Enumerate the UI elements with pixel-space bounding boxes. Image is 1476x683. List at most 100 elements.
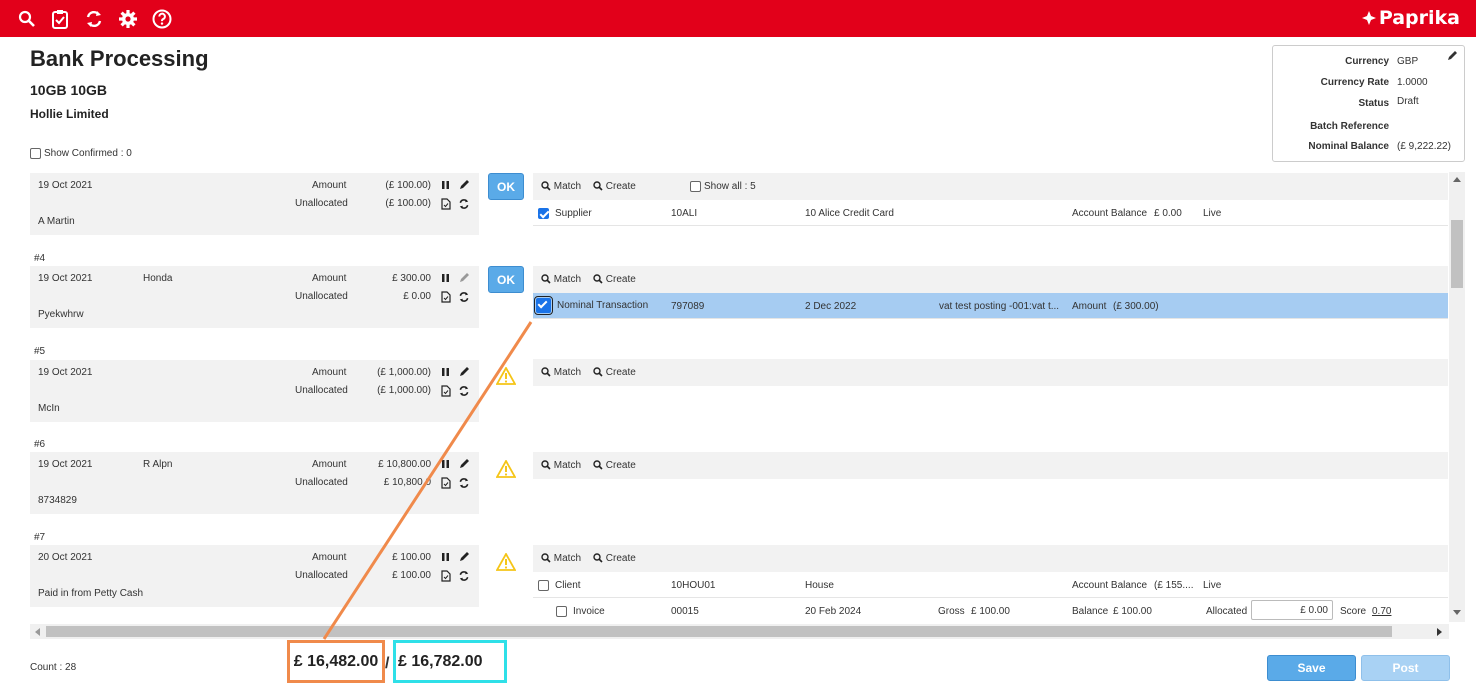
create-action[interactable]: Create: [593, 181, 636, 192]
transaction-card[interactable]: 19 Oct 2021 Honda Amount £ 300.00 Unallo…: [30, 266, 479, 328]
document-icon[interactable]: [441, 385, 451, 400]
scroll-down-icon[interactable]: [1453, 610, 1461, 616]
create-action[interactable]: Create: [593, 367, 636, 378]
ok-button[interactable]: OK: [488, 173, 524, 200]
vertical-scrollbar[interactable]: [1449, 172, 1465, 622]
edit-icon[interactable]: [459, 272, 470, 286]
info-value: 1.0000: [1397, 77, 1428, 88]
show-all-toggle[interactable]: Show all : 5: [690, 181, 756, 192]
score-value[interactable]: 0.70: [1372, 606, 1391, 617]
balance-value: £ 0.00: [1154, 208, 1182, 219]
scroll-right-icon[interactable]: [1437, 628, 1443, 636]
amount-value: £ 100.00: [392, 552, 431, 563]
pause-icon[interactable]: [441, 459, 450, 472]
vertical-scroll-thumb[interactable]: [1451, 220, 1463, 288]
create-label: Create: [605, 274, 636, 285]
match-action[interactable]: Match: [541, 367, 581, 378]
pause-icon[interactable]: [441, 180, 450, 193]
batch-info-panel: Currency GBP Currency Rate 1.0000 Status Dr…: [1272, 45, 1465, 162]
refresh-icon[interactable]: [83, 8, 105, 30]
pause-icon[interactable]: [441, 367, 450, 380]
match-checkbox[interactable]: [538, 208, 549, 219]
transaction-reference: R Alpn: [143, 459, 173, 470]
gear-icon[interactable]: [117, 8, 139, 30]
edit-icon[interactable]: [459, 551, 470, 565]
amount-label: Amount: [312, 180, 347, 191]
transaction-date: 19 Oct 2021: [38, 273, 93, 284]
match-type: Supplier: [555, 208, 592, 219]
document-icon[interactable]: [441, 291, 451, 306]
show-all-checkbox[interactable]: [690, 181, 701, 192]
match-type: Client: [555, 580, 581, 591]
horizontal-scrollbar[interactable]: [30, 624, 1449, 639]
match-action[interactable]: Match: [541, 460, 581, 471]
amount-value: £ 300.00: [392, 273, 431, 284]
create-action[interactable]: Create: [593, 274, 636, 285]
match-row-selected[interactable]: Nominal Transaction 797089 2 Dec 2022 va…: [533, 293, 1448, 319]
transaction-card[interactable]: 19 Oct 2021 Amount (£ 100.00) Unallocate…: [30, 173, 479, 235]
info-label: Status: [1358, 98, 1389, 109]
match-checkbox[interactable]: [538, 580, 549, 591]
warning-icon: [495, 366, 517, 390]
search-icon[interactable]: [16, 8, 38, 30]
refresh-icon[interactable]: [458, 570, 470, 585]
refresh-icon[interactable]: [458, 385, 470, 400]
unallocated-label: Unallocated: [295, 198, 348, 209]
document-icon[interactable]: [441, 198, 451, 213]
match-code: 10HOU01: [671, 580, 716, 591]
pause-icon[interactable]: [441, 552, 450, 565]
allocated-input[interactable]: £ 0.00: [1251, 600, 1333, 620]
paprika-logo: Paprika: [1361, 7, 1460, 29]
match-toolbar: Match Create Show all : 5: [533, 173, 1448, 200]
edit-icon[interactable]: [459, 458, 470, 472]
post-button[interactable]: Post: [1361, 655, 1450, 681]
create-action[interactable]: Create: [593, 553, 636, 564]
match-name: 10 Alice Credit Card: [805, 208, 894, 219]
match-sub-row[interactable]: Invoice 00015 20 Feb 2024 Gross £ 100.00…: [533, 598, 1448, 624]
info-label: Currency: [1345, 56, 1389, 67]
match-action[interactable]: Match: [541, 181, 581, 192]
total-separator: /: [385, 655, 390, 672]
create-action[interactable]: Create: [593, 460, 636, 471]
transaction-date: 19 Oct 2021: [38, 367, 93, 378]
match-checkbox[interactable]: [534, 296, 553, 315]
invoice-checkbox[interactable]: [556, 606, 567, 617]
save-button[interactable]: Save: [1267, 655, 1356, 681]
clipboard-check-icon[interactable]: [49, 8, 71, 30]
top-bar: Paprika: [0, 0, 1476, 37]
transaction-card[interactable]: 20 Oct 2021 Amount £ 100.00 Unallocated …: [30, 545, 479, 607]
amount-value: £ 10,800.00: [378, 459, 431, 470]
pause-icon[interactable]: [441, 273, 450, 286]
transaction-card[interactable]: 19 Oct 2021 R Alpn Amount £ 10,800.00 Un…: [30, 452, 479, 514]
refresh-icon[interactable]: [458, 291, 470, 306]
show-confirmed-toggle[interactable]: Show Confirmed : 0: [30, 148, 132, 159]
edit-icon[interactable]: [459, 366, 470, 380]
match-row[interactable]: Supplier 10ALI 10 Alice Credit Card Acco…: [533, 200, 1448, 226]
show-confirmed-checkbox[interactable]: [30, 148, 41, 159]
document-icon[interactable]: [441, 570, 451, 585]
edit-icon[interactable]: [459, 179, 470, 193]
gross-label: Gross: [938, 606, 965, 617]
unallocated-value: £ 100.00: [392, 570, 431, 581]
ok-button[interactable]: OK: [488, 266, 524, 293]
unallocated-value: £ 0.00: [403, 291, 431, 302]
info-label: Batch Reference: [1310, 121, 1389, 132]
match-row[interactable]: Client 10HOU01 House Account Balance (£ …: [533, 572, 1448, 598]
horizontal-scroll-thumb[interactable]: [46, 626, 1392, 637]
company-name: Hollie Limited: [30, 107, 109, 121]
payee-name: 8734829: [38, 495, 77, 506]
refresh-icon[interactable]: [458, 477, 470, 492]
match-toolbar: Match Create: [533, 545, 1448, 572]
match-action[interactable]: Match: [541, 553, 581, 564]
create-label: Create: [605, 460, 636, 471]
match-action[interactable]: Match: [541, 274, 581, 285]
help-icon[interactable]: [151, 8, 173, 30]
unallocated-label: Unallocated: [295, 477, 348, 488]
match-type: Nominal Transaction: [557, 300, 649, 311]
scroll-up-icon[interactable]: [1453, 176, 1461, 182]
scroll-left-icon[interactable]: [34, 628, 40, 636]
refresh-icon[interactable]: [458, 198, 470, 213]
gross-value: £ 100.00: [971, 606, 1010, 617]
transaction-card[interactable]: 19 Oct 2021 Amount (£ 1,000.00) Unalloca…: [30, 360, 479, 422]
document-icon[interactable]: [441, 477, 451, 492]
